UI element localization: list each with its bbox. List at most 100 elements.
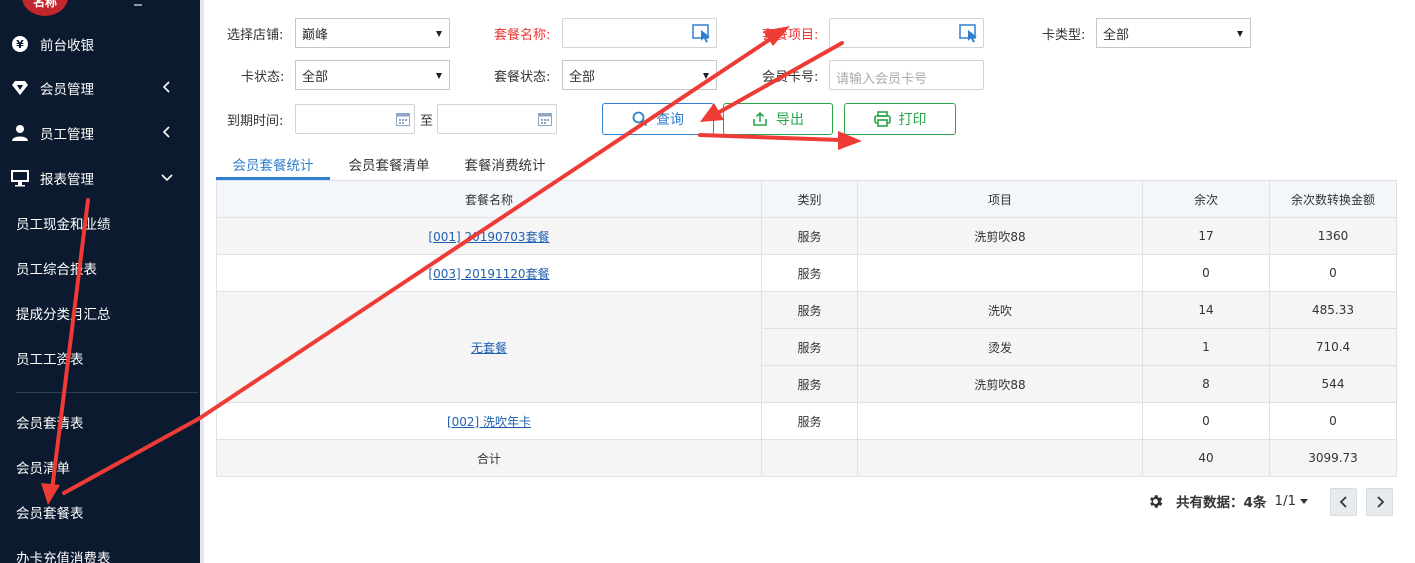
- expire-start-input[interactable]: [295, 104, 415, 134]
- gear-icon[interactable]: [1147, 493, 1164, 510]
- cell-remaining: 0: [1142, 254, 1270, 292]
- export-icon: [753, 111, 767, 126]
- card-type-label: 卡类型:: [1042, 28, 1086, 43]
- yen-icon: ¥: [0, 35, 40, 53]
- total-records-label: 共有数据：: [1176, 495, 1244, 511]
- picker-icon[interactable]: [692, 23, 712, 43]
- package-status-select[interactable]: 全部: [562, 60, 717, 90]
- store-select-value: 巅峰: [302, 27, 329, 43]
- sidebar-sub-card-recharge[interactable]: 办卡充值消费表: [0, 535, 200, 563]
- sidebar-item-label: 员工管理: [40, 127, 94, 143]
- page-indicator: 1/1: [1274, 493, 1297, 509]
- cell-item: 洗剪吹88: [857, 365, 1143, 403]
- sidebar-collapse-mark[interactable]: [134, 4, 142, 6]
- cell-total-empty: [761, 439, 858, 477]
- cell-item: [857, 402, 1143, 440]
- card-type-select[interactable]: 全部: [1096, 18, 1251, 48]
- cell-category: 服务: [761, 254, 858, 292]
- sidebar-sub-member-package[interactable]: 会员套餐表: [0, 490, 200, 534]
- cell-category: 服务: [761, 291, 858, 329]
- sidebar-border: [200, 0, 204, 563]
- next-page-button[interactable]: [1366, 488, 1393, 516]
- caret-down-icon: [703, 73, 709, 79]
- package-link[interactable]: [001] 20190703套餐: [428, 230, 549, 244]
- cell-amount: 0: [1269, 254, 1397, 292]
- cell-total-empty: [857, 439, 1143, 477]
- cell-amount: 544: [1269, 365, 1397, 403]
- query-button[interactable]: 查询: [602, 103, 714, 135]
- cell-remaining: 8: [1142, 365, 1270, 403]
- tab-member-package-list[interactable]: 会员套餐清单: [336, 150, 442, 178]
- sidebar-item-reports[interactable]: 报表管理: [0, 156, 200, 200]
- calendar-icon[interactable]: [538, 112, 552, 126]
- monitor-icon: [0, 169, 40, 187]
- print-button[interactable]: 打印: [844, 103, 956, 135]
- caret-down-icon: [1237, 31, 1243, 37]
- sidebar-sub-member-clear[interactable]: 会员套清表: [0, 400, 200, 444]
- sidebar-sub-staff-cash[interactable]: 员工现金和业绩: [0, 201, 200, 245]
- cell-remaining: 14: [1142, 291, 1270, 329]
- card-status-select[interactable]: 全部: [295, 60, 450, 90]
- export-button-label: 导出: [776, 112, 804, 128]
- table-header-row: 套餐名称 类别 项目 余次 余次数转换金额: [216, 180, 1397, 218]
- cell-total-remaining: 40: [1142, 439, 1270, 477]
- page-select[interactable]: 1/1: [1274, 493, 1309, 509]
- cell-total-label: 合计: [216, 439, 762, 477]
- expire-label: 到期时间:: [227, 114, 284, 129]
- cell-category: 服务: [761, 402, 858, 440]
- total-records: 共有数据：4条: [1176, 491, 1266, 511]
- store-label: 选择店铺:: [227, 28, 284, 43]
- sidebar-header: 名称: [0, 0, 200, 20]
- sidebar-sub-member-list[interactable]: 会员清单: [0, 445, 200, 489]
- member-card-label: 会员卡号:: [762, 70, 819, 85]
- query-button-label: 查询: [656, 112, 684, 128]
- sidebar-sub-commission[interactable]: 提成分类月汇总: [0, 291, 200, 335]
- cell-package-name: [001] 20190703套餐: [216, 217, 762, 255]
- prev-page-button[interactable]: [1330, 488, 1357, 516]
- sidebar-sub-salary[interactable]: 员工工资表: [0, 336, 200, 380]
- brand-logo: 名称: [22, 0, 68, 16]
- cell-category: 服务: [761, 365, 858, 403]
- table-row: 无套餐 服务 洗吹 14 485.33: [216, 291, 1397, 403]
- cell-remaining: 1: [1142, 328, 1270, 366]
- table-total-row: 合计 40 3099.73: [216, 439, 1397, 477]
- user-icon: [0, 124, 40, 142]
- package-item-input[interactable]: [829, 18, 984, 48]
- cell-item: 烫发: [857, 328, 1143, 366]
- sidebar-item-members[interactable]: 会员管理: [0, 66, 200, 110]
- sidebar-item-cashier[interactable]: ¥ 前台收银: [0, 22, 200, 66]
- cell-item: [857, 254, 1143, 292]
- member-card-input[interactable]: 请输入会员卡号: [829, 60, 984, 90]
- app-window: 名称 ¥ 前台收银 会员管理 员工管理 报表管理 员工现金和业绩 员工综合报表 …: [0, 0, 1415, 563]
- package-status-label: 套餐状态:: [494, 70, 551, 85]
- expire-end-input[interactable]: [437, 104, 557, 134]
- tab-package-consumption-stats[interactable]: 套餐消费统计: [450, 150, 560, 178]
- package-link[interactable]: [002] 洗吹年卡: [447, 415, 531, 429]
- tab-member-package-stats[interactable]: 会员套餐统计: [216, 150, 330, 178]
- header-amount: 余次数转换金额: [1269, 180, 1397, 218]
- total-records-count: 4条: [1243, 495, 1267, 511]
- diamond-icon: [0, 80, 40, 96]
- cell-item: 洗剪吹88: [857, 217, 1143, 255]
- calendar-icon[interactable]: [396, 112, 410, 126]
- export-button[interactable]: 导出: [723, 103, 833, 135]
- package-link[interactable]: 无套餐: [471, 341, 507, 355]
- chevron-right-icon: [1376, 496, 1384, 508]
- package-status-value: 全部: [569, 69, 596, 85]
- picker-icon[interactable]: [959, 23, 979, 43]
- package-link[interactable]: [003] 20191120套餐: [428, 267, 549, 281]
- table-row: [002] 洗吹年卡 服务 0 0: [216, 402, 1397, 440]
- store-select[interactable]: 巅峰: [295, 18, 450, 48]
- chevron-left-icon: [162, 81, 170, 93]
- sidebar-sub-staff-report[interactable]: 员工综合报表: [0, 246, 200, 290]
- sidebar-item-label: 前台收银: [40, 38, 94, 54]
- package-name-input[interactable]: [562, 18, 717, 48]
- sidebar: 名称 ¥ 前台收银 会员管理 员工管理 报表管理 员工现金和业绩 员工综合报表 …: [0, 0, 200, 563]
- cell-remaining: 17: [1142, 217, 1270, 255]
- annotation-arrow-line: [698, 133, 842, 142]
- member-card-placeholder: 请输入会员卡号: [836, 72, 928, 87]
- header-package-name: 套餐名称: [216, 180, 762, 218]
- sidebar-item-staff[interactable]: 员工管理: [0, 111, 200, 155]
- caret-down-icon: [1300, 499, 1309, 504]
- cell-total-amount: 3099.73: [1269, 439, 1397, 477]
